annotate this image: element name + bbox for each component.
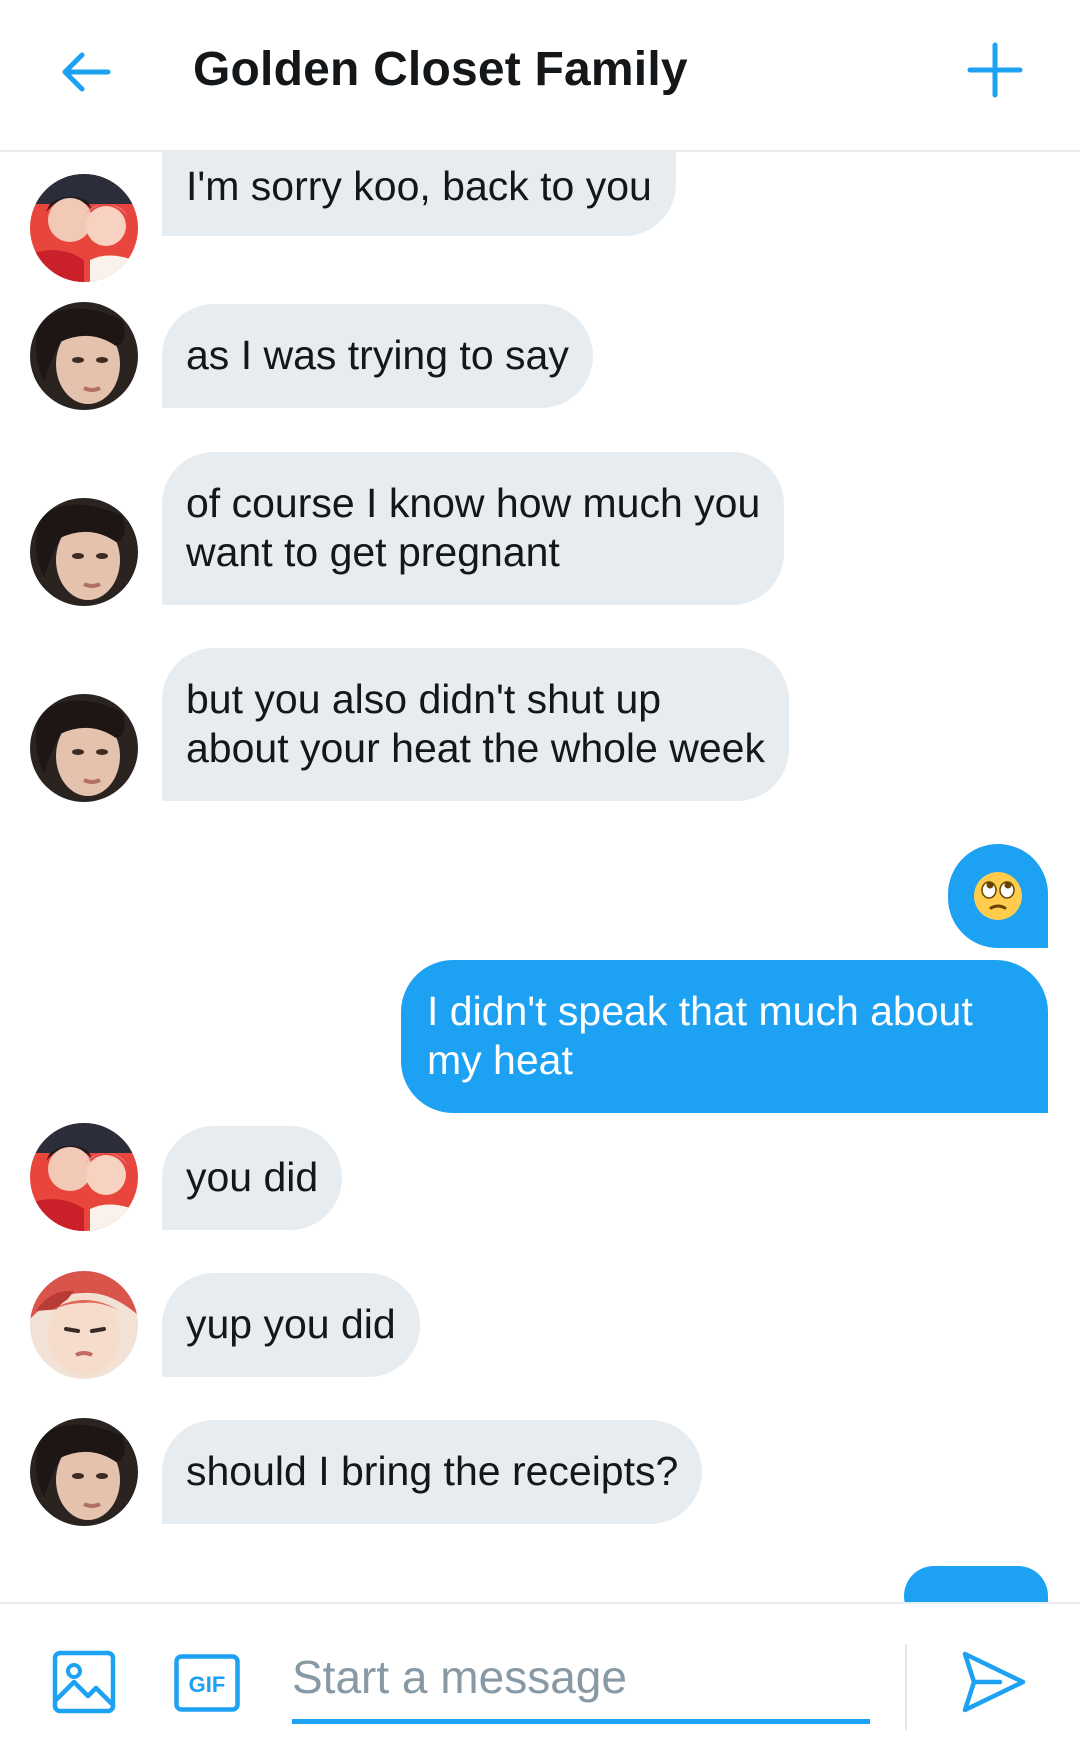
image-icon <box>52 1650 116 1714</box>
emoji-message-bubble[interactable] <box>948 844 1048 948</box>
message-text: as I was trying to say <box>186 332 569 378</box>
page-title: Golden Closet Family <box>193 43 688 96</box>
message-bubble-partial[interactable] <box>904 1566 1048 1602</box>
add-photo-button[interactable] <box>52 1650 116 1714</box>
avatar-couple-red[interactable] <box>30 1123 138 1231</box>
plus-icon <box>967 42 1023 98</box>
message-text: I'm sorry koo, back to you <box>186 163 652 209</box>
arrow-left-icon <box>62 52 111 92</box>
message-text: of course I know how much you <box>186 480 761 526</box>
message-input[interactable] <box>292 1634 870 1724</box>
message-bubble[interactable]: as I was trying to say <box>162 304 593 408</box>
send-button[interactable] <box>960 1648 1028 1716</box>
conversation-header: Golden Closet Family <box>0 0 1080 152</box>
message-bubble[interactable]: I'm sorry koo, back to you <box>162 152 676 236</box>
message-text: about your heat the whole week <box>186 725 765 771</box>
face-with-rolling-eyes-icon <box>974 872 1022 920</box>
gif-label: GIF <box>189 1672 226 1697</box>
message-text: you did <box>186 1154 319 1200</box>
message-bubble[interactable]: should I bring the receipts? <box>162 1420 703 1524</box>
message-text: want to get pregnant <box>186 529 560 575</box>
avatar-couple-red[interactable] <box>30 174 138 282</box>
avatar-dark-hair[interactable] <box>30 302 138 410</box>
message-bubble[interactable]: you did <box>162 1126 343 1230</box>
avatar-dark-hair[interactable] <box>30 694 138 802</box>
avatar-dark-hair[interactable] <box>30 1418 138 1526</box>
message-bubble[interactable]: but you also didn't shut up about your h… <box>162 648 789 801</box>
avatar-dark-hair[interactable] <box>30 498 138 606</box>
message-thread[interactable]: I'm sorry koo, back to you as I was tryi… <box>0 152 1080 1602</box>
gif-icon: GIF <box>174 1654 240 1712</box>
message-bubble[interactable]: I didn't speak that much about my heat <box>401 960 1048 1113</box>
send-icon <box>962 1651 1026 1713</box>
message-text: should I bring the receipts? <box>186 1448 679 1494</box>
message-composer: GIF <box>0 1602 1080 1745</box>
message-bubble[interactable]: yup you did <box>162 1273 420 1377</box>
message-text: I didn't speak that much about <box>427 988 973 1034</box>
gif-button[interactable]: GIF <box>174 1654 240 1712</box>
message-text: my heat <box>427 1037 573 1083</box>
message-bubble[interactable]: of course I know how much you want to ge… <box>162 452 785 605</box>
message-text: yup you did <box>186 1301 396 1347</box>
back-button[interactable] <box>46 32 126 112</box>
avatar-red-hair[interactable] <box>30 1271 138 1379</box>
composer-divider <box>905 1644 907 1730</box>
message-text: but you also didn't shut up <box>186 676 662 722</box>
add-participant-button[interactable] <box>955 30 1035 110</box>
